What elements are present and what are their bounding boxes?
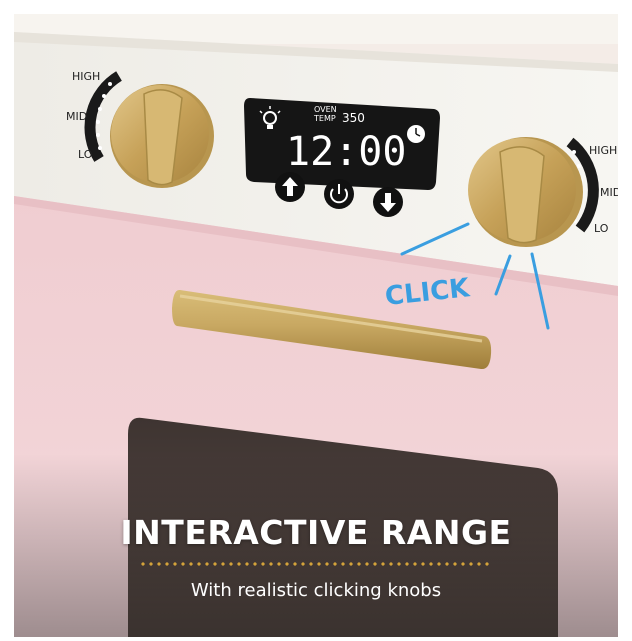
- up-arrow-icon[interactable]: [275, 172, 305, 202]
- oven-label: OVEN: [314, 105, 337, 114]
- caption-subtitle: With realistic clicking knobs: [190, 580, 442, 601]
- left-lo-label: LO: [78, 148, 93, 161]
- display-time: 12:00: [286, 129, 406, 175]
- temp-label: TEMP: [313, 114, 336, 123]
- left-mid-label: MID: [66, 110, 87, 123]
- right-high-label: HIGH: [589, 144, 617, 157]
- right-mid-label: MID: [600, 186, 618, 199]
- photo-frame: 12:00 OVEN TEMP 350 HIGH MID LO HIGH MID…: [14, 14, 618, 637]
- clock-icon: [407, 125, 425, 143]
- temperature-value: 350: [342, 111, 365, 125]
- caption-divider: [139, 562, 491, 566]
- power-icon[interactable]: [324, 179, 354, 209]
- right-lo-label: LO: [594, 222, 609, 235]
- caption-title: INTERACTIVE RANGE: [120, 513, 512, 552]
- down-arrow-icon[interactable]: [373, 187, 403, 217]
- left-high-label: HIGH: [72, 70, 100, 83]
